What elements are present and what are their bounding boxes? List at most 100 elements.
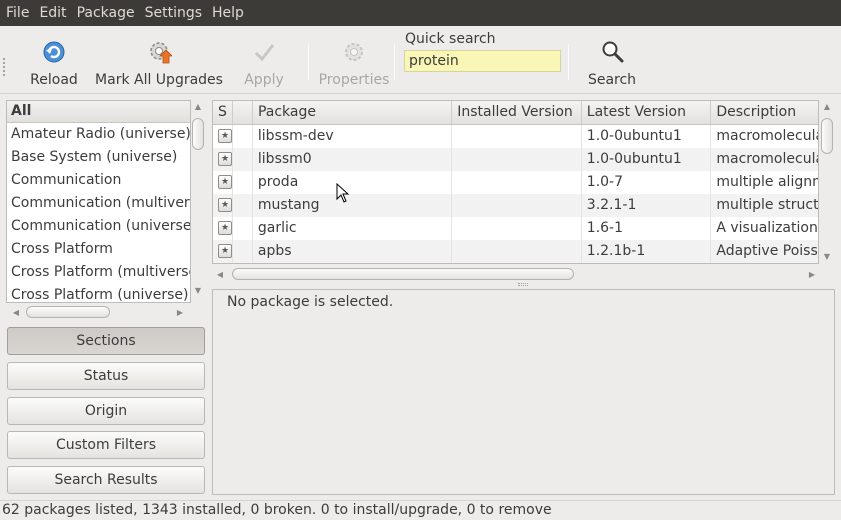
package-description: macromolecular <box>716 128 818 144</box>
column-package-header[interactable]: Package <box>253 101 453 124</box>
filter-origin-button[interactable]: Origin <box>7 397 205 425</box>
support-cell <box>233 194 253 217</box>
package-hscrollbar[interactable]: ◀ ▶ <box>214 267 818 281</box>
latest-version: 1.6-1 <box>582 217 712 240</box>
latest-version: 3.2.1-1 <box>582 194 712 217</box>
status-checkbox-icon[interactable]: ★ <box>218 175 232 189</box>
scroll-thumb[interactable] <box>232 268 574 280</box>
status-cell[interactable]: ★ <box>213 148 233 171</box>
package-table: S Package Installed Version Latest Versi… <box>212 100 819 264</box>
filter-custom-button[interactable]: Custom Filters <box>7 431 205 459</box>
support-cell <box>233 171 253 194</box>
apply-check-icon <box>250 38 278 66</box>
package-name: mustang <box>253 194 453 217</box>
package-name: libssm-dev <box>253 125 453 148</box>
menu-package[interactable]: Package <box>72 5 140 21</box>
column-description-header[interactable]: Description <box>711 101 818 124</box>
package-vscrollbar[interactable]: ▲ ▼ <box>820 102 834 264</box>
status-bar: 62 packages listed, 1343 installed, 0 br… <box>0 500 841 520</box>
menu-file[interactable]: File <box>0 5 34 21</box>
installed-version <box>452 171 582 194</box>
status-cell[interactable]: ★ <box>213 240 233 263</box>
reload-icon <box>40 38 68 66</box>
column-status-header[interactable]: S <box>213 101 233 124</box>
reload-label: Reload <box>30 72 78 88</box>
toolbar-separator <box>394 44 395 80</box>
package-details-panel: No package is selected. <box>212 289 835 495</box>
latest-version: 1.0-0ubuntu1 <box>582 125 712 148</box>
section-item[interactable]: Communication (multiverse) <box>7 192 190 215</box>
search-label: Search <box>587 72 637 88</box>
properties-button[interactable]: Properties <box>318 26 390 94</box>
filter-status-button[interactable]: Status <box>7 362 205 390</box>
table-row[interactable]: ★ libssm0 1.0-0ubuntu1 macromolecular <box>213 148 818 171</box>
apply-label: Apply <box>244 72 284 88</box>
scroll-left-arrow-icon[interactable]: ◀ <box>214 270 226 279</box>
quick-search-input[interactable] <box>404 50 561 72</box>
table-row[interactable]: ★ proda 1.0-7 multiple alignment <box>213 171 818 194</box>
toolbar-grip[interactable] <box>3 56 7 76</box>
status-checkbox-icon[interactable]: ★ <box>218 244 232 258</box>
section-hscrollbar[interactable]: ◀ ▶ <box>10 305 190 319</box>
table-row[interactable]: ★ garlic 1.6-1 A visualization <box>213 217 818 240</box>
table-row[interactable]: ★ libssm-dev 1.0-0ubuntu1 macromolecular <box>213 125 818 148</box>
status-checkbox-icon[interactable]: ★ <box>218 198 232 212</box>
toolbar-separator <box>308 44 309 80</box>
package-name: garlic <box>253 217 453 240</box>
scroll-left-arrow-icon[interactable]: ◀ <box>10 308 22 317</box>
column-installed-header[interactable]: Installed Version <box>452 101 582 124</box>
scroll-down-arrow-icon[interactable]: ▼ <box>820 252 834 264</box>
section-item[interactable]: Cross Platform (multiverse) <box>7 261 190 284</box>
mark-all-upgrades-button[interactable]: Mark All Upgrades <box>95 26 223 94</box>
section-item[interactable]: Amateur Radio (universe) <box>7 123 190 146</box>
section-item[interactable]: Base System (universe) <box>7 146 190 169</box>
package-name: apbs <box>253 240 453 263</box>
status-cell[interactable]: ★ <box>213 125 233 148</box>
support-cell <box>233 125 253 148</box>
pane-resize-handle[interactable] <box>518 283 528 286</box>
toolbar-separator <box>568 44 569 80</box>
package-description: multiple structural <box>716 197 818 213</box>
section-item-all[interactable]: All <box>7 101 190 123</box>
quick-search-label: Quick search <box>405 31 496 47</box>
table-row[interactable]: ★ mustang 3.2.1-1 multiple structural <box>213 194 818 217</box>
status-checkbox-icon[interactable]: ★ <box>218 129 232 143</box>
status-checkbox-icon[interactable]: ★ <box>218 152 232 166</box>
apply-button[interactable]: Apply <box>240 26 288 94</box>
status-cell[interactable]: ★ <box>213 217 233 240</box>
status-cell[interactable]: ★ <box>213 171 233 194</box>
scroll-right-arrow-icon[interactable]: ▶ <box>174 308 186 317</box>
scroll-thumb[interactable] <box>192 118 204 150</box>
status-cell[interactable]: ★ <box>213 194 233 217</box>
mark-upgrades-icon <box>145 38 173 66</box>
menu-help[interactable]: Help <box>207 5 249 21</box>
column-support-header[interactable] <box>233 101 253 124</box>
section-item[interactable]: Communication <box>7 169 190 192</box>
search-button[interactable]: Search <box>586 26 638 94</box>
scroll-thumb[interactable] <box>26 306 110 318</box>
scroll-thumb[interactable] <box>821 118 833 154</box>
support-cell <box>233 148 253 171</box>
scroll-up-arrow-icon[interactable]: ▲ <box>191 102 205 114</box>
menu-edit[interactable]: Edit <box>34 5 71 21</box>
status-checkbox-icon[interactable]: ★ <box>218 221 232 235</box>
column-latest-header[interactable]: Latest Version <box>582 101 712 124</box>
section-vscrollbar[interactable]: ▲ ▼ <box>191 102 205 302</box>
section-item[interactable]: Cross Platform (universe) <box>7 284 190 302</box>
table-header: S Package Installed Version Latest Versi… <box>213 101 818 125</box>
mark-all-upgrades-label: Mark All Upgrades <box>95 72 223 88</box>
latest-version: 1.2.1b-1 <box>582 240 712 263</box>
table-row[interactable]: ★ apbs 1.2.1b-1 Adaptive Poisson <box>213 240 818 263</box>
package-description: A visualization <box>716 220 818 236</box>
section-item[interactable]: Cross Platform <box>7 238 190 261</box>
filter-sections-button[interactable]: Sections <box>7 327 205 355</box>
scroll-up-arrow-icon[interactable]: ▲ <box>820 102 834 114</box>
section-item[interactable]: Communication (universe) <box>7 215 190 238</box>
scroll-down-arrow-icon[interactable]: ▼ <box>191 286 205 298</box>
package-description: Adaptive Poisson <box>716 243 818 259</box>
search-icon <box>598 38 626 66</box>
scroll-right-arrow-icon[interactable]: ▶ <box>806 270 818 279</box>
menu-settings[interactable]: Settings <box>140 5 207 21</box>
filter-search-results-button[interactable]: Search Results <box>7 466 205 494</box>
reload-button[interactable]: Reload <box>26 26 82 94</box>
